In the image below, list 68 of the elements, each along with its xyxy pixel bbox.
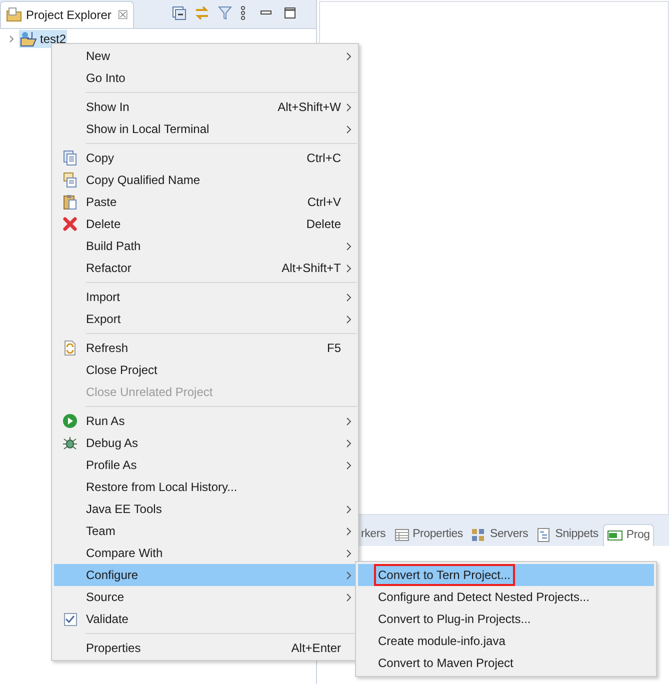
copy-icon [62, 150, 78, 166]
shortcut-label: Ctrl+C [306, 150, 341, 167]
clipboard-icon [62, 194, 78, 210]
view-tab[interactable]: Servers [468, 524, 532, 546]
menu-item[interactable]: Restore from Local History... [54, 476, 357, 498]
menu-item[interactable]: New [54, 45, 357, 67]
menu-item[interactable]: Copy Ctrl+C [54, 147, 357, 169]
tab-title: Project Explorer [26, 7, 112, 24]
shortcut-label: Delete [306, 216, 341, 233]
maximize-icon[interactable] [284, 7, 296, 19]
menu-item[interactable]: Team [54, 520, 357, 542]
collapsed-icon[interactable] [8, 35, 16, 43]
project-folder-icon [20, 31, 37, 47]
menu-item[interactable]: Properties Alt+Enter [54, 637, 357, 659]
view-tab[interactable]: rkers [358, 524, 389, 546]
menu-item[interactable]: Java EE Tools [54, 498, 357, 520]
shortcut-label: Alt+Enter [291, 640, 341, 657]
view-tab[interactable]: Properties [390, 524, 466, 546]
menu-item[interactable]: Validate [54, 608, 357, 630]
submenu-item[interactable]: Create module-info.java [358, 630, 654, 652]
menu-item[interactable]: Source [54, 586, 357, 608]
filter-icon[interactable] [218, 6, 232, 20]
shortcut-label: F5 [326, 340, 341, 357]
check-icon [65, 614, 75, 624]
menu-item[interactable]: Build Path [54, 235, 357, 257]
menu-item[interactable]: Copy Qualified Name [54, 169, 357, 191]
shortcut-label: Alt+Shift+T [282, 260, 341, 277]
submenu-item[interactable]: Configure and Detect Nested Projects... [358, 586, 654, 608]
menu-item[interactable]: Delete Delete [54, 213, 357, 235]
menu-item[interactable]: Export [54, 308, 357, 330]
menu-item[interactable]: Close Project [54, 359, 357, 381]
submenu-item[interactable]: Convert to Plug-in Projects... [358, 608, 654, 630]
delete-icon [62, 216, 78, 232]
tree-item[interactable]: test2 [19, 30, 68, 48]
menu-item[interactable]: Compare With [54, 542, 357, 564]
refresh-icon [62, 340, 78, 356]
collapse-all-icon[interactable] [172, 6, 186, 20]
snippets-icon [536, 527, 552, 543]
menu-item[interactable]: Run As [54, 410, 357, 432]
close-icon[interactable]: ☒ [117, 6, 128, 24]
folder-icon [6, 7, 22, 23]
menu-item[interactable]: Paste Ctrl+V [54, 191, 357, 213]
table-icon [394, 527, 410, 543]
servers-icon [470, 527, 487, 543]
menu-item[interactable]: Debug As [54, 432, 357, 454]
menu-item[interactable]: Configure [54, 564, 357, 586]
project-name: test2 [40, 31, 66, 48]
run-icon [62, 413, 78, 429]
menu-item[interactable]: Show in Local Terminal [54, 118, 357, 140]
copy-icon [62, 172, 78, 188]
menu-item[interactable]: Import [54, 286, 357, 308]
shortcut-label: Ctrl+V [307, 194, 341, 211]
menu-item[interactable]: Profile As [54, 454, 357, 476]
shortcut-label: Alt+Shift+W [278, 99, 341, 116]
submenu-item[interactable]: Convert to Maven Project [358, 652, 654, 674]
menu-item[interactable]: Refactor Alt+Shift+T [54, 257, 357, 279]
checkbox[interactable] [64, 612, 76, 626]
highlight-box: Convert to Tern Project... [374, 564, 515, 586]
progress-icon [607, 528, 624, 544]
menu-item[interactable]: Go Into [54, 67, 357, 89]
menu-item[interactable]: Refresh F5 [54, 337, 357, 359]
submenu-item[interactable]: Convert to Tern Project... [358, 564, 654, 586]
menu-item[interactable]: Show In Alt+Shift+W [54, 96, 357, 118]
view-tab[interactable]: Prog [603, 524, 654, 546]
view-tab[interactable]: Snippets [533, 524, 602, 546]
bug-icon [62, 435, 78, 451]
explorer-tab[interactable]: Project Explorer ☒ [0, 1, 134, 28]
view-menu-icon[interactable] [240, 6, 246, 20]
